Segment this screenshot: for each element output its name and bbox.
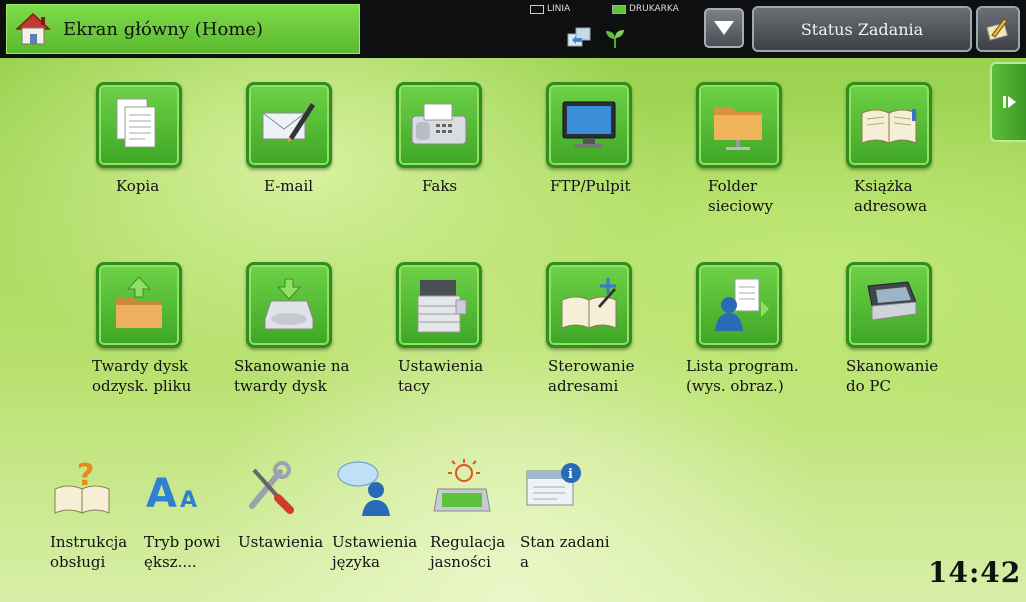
linia-label: LINIA [547,4,571,14]
tools-icon [249,461,294,514]
home-label: Ekran główny (Home) [63,18,264,40]
home-icon [15,12,51,45]
linia-indicator: LINIA [530,4,570,14]
tile-label: Kopia [116,177,160,195]
drukarka-label: DRUKARKA [629,4,679,14]
top-bar: Ekran główny (Home) LINIA DRUKARKA Statu… [0,0,1026,58]
shortcut-label: Regulacja jasności [430,533,506,571]
shortcut-label: Instrukcja obsługi [50,533,128,571]
job-status-icon: i [526,463,581,506]
status-indicators: LINIA DRUKARKA [530,4,690,54]
tile-label: Skanowanie na twardy dysk [234,357,350,395]
tile-label: Faks [422,177,458,195]
network-icon [567,27,591,47]
printer-tray-icon [417,280,467,333]
job-status-label: Status Zadania [800,19,924,39]
font-size-icon: A A [146,471,197,513]
tile-label: Ustawienia tacy [398,357,484,395]
brightness-icon [433,459,491,512]
scan-to-disk-icon [264,278,314,330]
home-button[interactable]: Ekran główny (Home) [6,4,360,54]
triangle-down-icon [714,21,734,35]
drukarka-indicator: DRUKARKA [612,4,679,14]
program-list-icon [715,278,769,331]
clock: 14:42 [928,556,1022,589]
svg-text:A: A [146,471,177,513]
monitor-icon [562,101,616,148]
tile-label: FTP/Pulpit [550,177,631,195]
svg-text:A: A [180,488,197,513]
shortcut-label: Ustawienia języka [332,533,418,571]
user-button[interactable] [976,6,1020,52]
eco-leaf-icon [606,30,624,48]
shortcut-label: Stan zadani a [520,533,610,571]
shortcut-label: Ustawienia [238,533,324,551]
tile-label: Lista program. (wys. obraz.) [686,357,799,395]
svg-text:?: ? [77,459,94,493]
folder-retrieve-icon [116,276,162,328]
arrow-right-icon [1003,96,1016,108]
address-control-icon [561,278,617,329]
scanner-icon [867,281,917,321]
tile-label: E-mail [264,177,314,195]
side-panel-tab[interactable] [990,62,1026,142]
help-book-icon: ? [54,459,110,514]
address-book-icon [861,109,917,144]
copy-icon [116,98,156,148]
fax-icon [411,103,467,145]
pencil-note-icon [986,18,1009,41]
job-status-button[interactable]: Status Zadania [752,6,972,52]
tile-label: Folder sieciowy [708,177,773,215]
dropdown-button[interactable] [704,8,744,48]
shortcut-label: Tryb powi ększ.... [144,533,221,571]
email-icon [262,103,315,143]
tile-label: Skanowanie do PC [846,357,939,395]
tile-label: Sterowanie adresami [548,357,635,395]
tile-label: Książka adresowa [854,177,928,215]
folder-icon [714,107,762,150]
svg-text:i: i [568,467,573,482]
language-icon [337,461,390,516]
tile-label: Twardy dysk odzysk. pliku [92,357,192,395]
